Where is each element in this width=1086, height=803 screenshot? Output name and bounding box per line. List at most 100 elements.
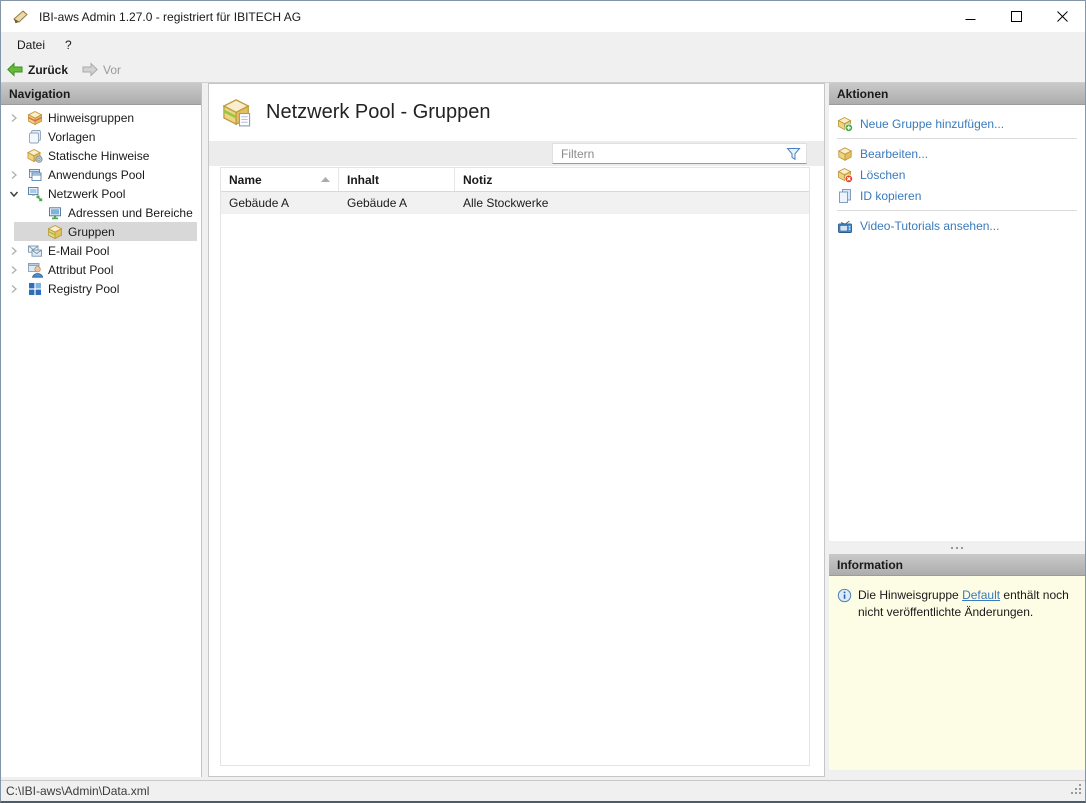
statusbar: C:\IBI-aws\Admin\Data.xml <box>1 780 1085 801</box>
content-header: Netzwerk Pool - Gruppen <box>209 84 824 141</box>
tree-item-label: Attribut Pool <box>48 262 114 277</box>
minimize-button[interactable] <box>947 1 993 32</box>
add-group-action[interactable]: Neue Gruppe hinzufügen... <box>829 113 1085 134</box>
video-tutorials-action[interactable]: Video-Tutorials ansehen... <box>829 215 1085 236</box>
maximize-button[interactable] <box>993 1 1039 32</box>
tree-item-anwendungs-pool[interactable]: Anwendungs Pool <box>1 165 201 184</box>
data-file-path: C:\IBI-aws\Admin\Data.xml <box>6 784 150 798</box>
actions-header: Aktionen <box>829 83 1085 105</box>
email-pool-icon <box>27 243 43 259</box>
copy-id-action[interactable]: ID kopieren <box>829 185 1085 206</box>
registry-pool-icon <box>27 281 43 297</box>
forward-arrow-icon <box>82 62 98 77</box>
chevron-right-icon[interactable] <box>7 111 27 125</box>
tree-item-hinweisgruppen[interactable]: Hinweisgruppen <box>1 108 201 127</box>
toolbar: Zurück Vor <box>1 57 1085 83</box>
main-content: Netzwerk Pool - Gruppen Name <box>208 83 825 777</box>
tree-item-label: E-Mail Pool <box>48 243 110 258</box>
back-arrow-icon <box>7 62 23 77</box>
column-header-inhalt[interactable]: Inhalt <box>339 168 455 191</box>
titlebar: IBI-aws Admin 1.27.0 - registriert für I… <box>1 1 1085 32</box>
add-group-icon <box>837 116 853 132</box>
filter-input-wrap <box>552 143 807 164</box>
back-button-label: Zurück <box>28 62 69 77</box>
actions-body: Neue Gruppe hinzufügen... Bearbeiten... <box>829 105 1085 541</box>
default-group-link[interactable]: Default <box>962 588 1000 602</box>
addresses-icon <box>47 205 63 221</box>
table-header-row: Name Inhalt Notiz <box>221 168 809 192</box>
window-controls <box>947 1 1085 32</box>
copy-id-icon <box>837 188 853 204</box>
column-header-notiz[interactable]: Notiz <box>455 168 809 191</box>
actions-separator <box>837 210 1077 211</box>
chevron-right-icon[interactable] <box>7 263 27 277</box>
action-label: ID kopieren <box>860 188 922 203</box>
information-body: Die Hinweisgruppe Default enthält noch n… <box>829 576 1085 770</box>
right-panel-filler <box>829 770 1085 780</box>
app-icon <box>11 9 29 25</box>
tree-item-registry-pool[interactable]: Registry Pool <box>1 279 201 298</box>
tree-item-label: Statische Hinweise <box>48 148 150 163</box>
notice-groups-icon <box>27 110 43 126</box>
groups-table: Name Inhalt Notiz Gebäude A Gebäude A Al… <box>220 167 810 766</box>
edit-group-icon <box>837 146 853 162</box>
attribute-pool-icon <box>27 262 43 278</box>
tree-item-label: Netzwerk Pool <box>48 186 126 201</box>
groups-icon <box>47 224 63 240</box>
filter-band <box>209 141 824 166</box>
page-title: Netzwerk Pool - Gruppen <box>266 101 491 123</box>
sort-ascending-icon <box>321 177 330 182</box>
chevron-right-icon[interactable] <box>7 168 27 182</box>
app-body: Navigation Hinweisgruppen Vorlagen Stati… <box>1 83 1085 780</box>
resize-grip[interactable] <box>1071 784 1082 798</box>
tree-item-label: Hinweisgruppen <box>48 110 135 125</box>
menu-item-datei[interactable]: Datei <box>7 35 55 55</box>
tree-item-label: Gruppen <box>68 224 115 239</box>
tree-item-vorlagen[interactable]: Vorlagen <box>1 127 201 146</box>
network-pool-icon <box>27 186 43 202</box>
column-header-name[interactable]: Name <box>221 168 339 191</box>
tree-item-statische-hinweise[interactable]: Statische Hinweise <box>1 146 201 165</box>
menu-item-help[interactable]: ? <box>55 35 82 55</box>
tree-item-netzwerk-pool[interactable]: Netzwerk Pool <box>1 184 201 203</box>
filter-funnel-icon[interactable] <box>786 147 801 161</box>
action-label: Bearbeiten... <box>860 146 929 161</box>
tree-item-label: Anwendungs Pool <box>48 167 145 182</box>
chevron-down-icon[interactable] <box>7 187 27 201</box>
chevron-right-icon[interactable] <box>7 282 27 296</box>
window-title: IBI-aws Admin 1.27.0 - registriert für I… <box>39 9 302 24</box>
navigation-tree: Hinweisgruppen Vorlagen Statische Hinwei… <box>1 105 201 777</box>
menubar: Datei ? <box>1 32 1085 57</box>
tree-item-attribut-pool[interactable]: Attribut Pool <box>1 260 201 279</box>
static-notices-icon <box>27 148 43 164</box>
information-header: Information <box>829 554 1085 576</box>
templates-icon <box>27 129 43 145</box>
tree-item-label: Adressen und Bereiche <box>68 205 193 220</box>
actions-information-splitter[interactable] <box>829 541 1085 554</box>
edit-group-action[interactable]: Bearbeiten... <box>829 143 1085 164</box>
back-button[interactable]: Zurück <box>7 62 68 77</box>
info-icon <box>837 588 852 603</box>
forward-button[interactable]: Vor <box>82 62 121 77</box>
right-panel: Aktionen Neue Gruppe hinzufügen... Bearb… <box>829 83 1085 780</box>
tree-item-label: Registry Pool <box>48 281 120 296</box>
information-message: Die Hinweisgruppe Default enthält noch n… <box>858 588 1069 620</box>
filter-input[interactable] <box>553 146 786 161</box>
navigation-panel: Navigation Hinweisgruppen Vorlagen Stati… <box>1 83 202 777</box>
navigation-header: Navigation <box>1 83 201 105</box>
action-label: Video-Tutorials ansehen... <box>860 218 1000 233</box>
table-row[interactable]: Gebäude A Gebäude A Alle Stockwerke <box>221 192 809 214</box>
tree-item-email-pool[interactable]: E-Mail Pool <box>1 241 201 260</box>
video-tutorials-icon <box>837 218 853 234</box>
table-empty-area <box>221 214 809 765</box>
application-pool-icon <box>27 167 43 183</box>
tree-item-adressen-und-bereiche[interactable]: Adressen und Bereiche <box>1 203 201 222</box>
chevron-right-icon[interactable] <box>7 244 27 258</box>
tree-item-gruppen[interactable]: Gruppen <box>14 222 197 241</box>
app-window: IBI-aws Admin 1.27.0 - registriert für I… <box>0 0 1086 803</box>
delete-group-action[interactable]: Löschen <box>829 164 1085 185</box>
close-button[interactable] <box>1039 1 1085 32</box>
action-label: Neue Gruppe hinzufügen... <box>860 116 1005 131</box>
splitter-grip-icon <box>949 546 965 550</box>
action-label: Löschen <box>860 167 906 182</box>
